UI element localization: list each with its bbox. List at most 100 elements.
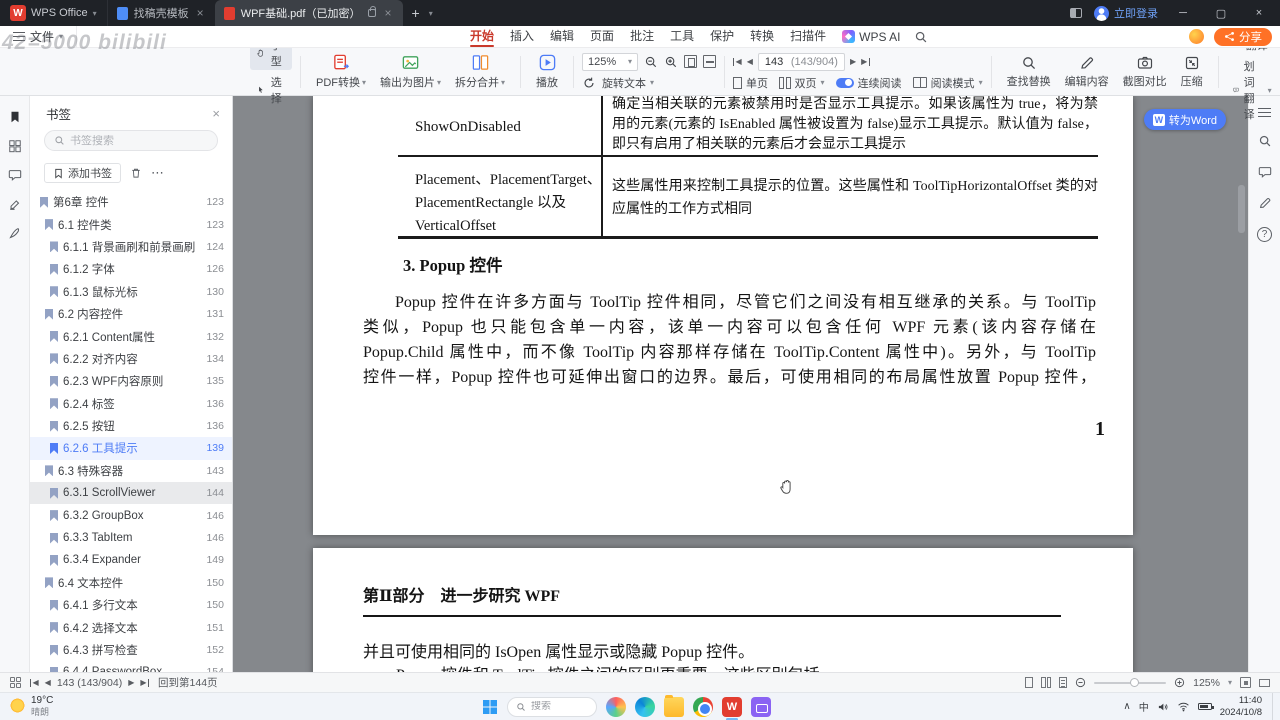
edge-app-icon[interactable]: [635, 696, 655, 717]
bookmark-item-selected[interactable]: 6.2.6 工具提示 139: [30, 437, 232, 460]
ribbon-tab-insert[interactable]: 插入: [502, 26, 542, 47]
ribbon-tab-edit[interactable]: 编辑: [542, 26, 582, 47]
tab-template-doc[interactable]: 找稿壳模板 ×: [106, 0, 215, 26]
battery-icon[interactable]: [1197, 703, 1214, 710]
double-page-button[interactable]: 双页 ▾: [779, 75, 825, 91]
bookmark-item[interactable]: 6.1.3 鼠标光标 130: [30, 281, 232, 303]
share-button[interactable]: 分享: [1214, 27, 1272, 46]
bookmark-item[interactable]: 6.4.4 PasswordBox154: [30, 661, 232, 672]
fit-page-button[interactable]: [684, 55, 698, 68]
compress-button[interactable]: 压缩: [1174, 55, 1210, 89]
wps-app-icon[interactable]: W: [722, 696, 742, 717]
export-image-button[interactable]: 输出为图片 ▾: [373, 53, 448, 90]
back-to-page-link[interactable]: 回到第144页: [158, 675, 218, 690]
ime-indicator[interactable]: 中: [1139, 699, 1149, 714]
tab-active-doc[interactable]: WPF基础.pdf（已加密） ×: [214, 0, 403, 26]
screenshot-compare-button[interactable]: 截图对比: [1116, 55, 1174, 89]
first-page-button[interactable]: ◀: [30, 678, 39, 687]
more-apps-icon[interactable]: [1278, 65, 1280, 78]
search-icon[interactable]: [914, 30, 928, 44]
annotate-tool-icon[interactable]: [1258, 196, 1272, 210]
pdf-viewport[interactable]: W 转为Word ShowOnDisabled 确定当相关联的元素被禁用时是否显…: [233, 96, 1248, 672]
highlighter-icon[interactable]: [8, 197, 22, 211]
weather-widget[interactable]: 19°C 晴朗: [10, 695, 53, 717]
file-explorer-icon[interactable]: [664, 694, 684, 717]
taskbar-search-input[interactable]: [531, 701, 581, 712]
bookmark-panel-icon[interactable]: [8, 110, 22, 124]
bookmark-item[interactable]: 6.1.2 字体 126: [30, 258, 232, 280]
rotate-text-button[interactable]: 旋转文本 ▾: [602, 75, 654, 91]
fullscreen-icon[interactable]: [1240, 677, 1251, 688]
ribbon-tab-scan[interactable]: 扫描件: [782, 26, 834, 47]
select-tool-button[interactable]: 选择: [250, 73, 292, 107]
bookmark-item[interactable]: 6.3.4 Expander 149: [30, 549, 232, 571]
bookmark-item[interactable]: 6.3.3 TabItem 146: [30, 527, 232, 549]
tray-expand-icon[interactable]: ∧: [1123, 701, 1130, 712]
bookmark-item[interactable]: 6.2.1 Content属性 132: [30, 325, 232, 347]
bookmark-item[interactable]: 6.4.3 拼写检查 152: [30, 639, 232, 661]
ribbon-tab-protect[interactable]: 保护: [702, 26, 742, 47]
zoom-out-button[interactable]: [644, 55, 658, 69]
translate-word-button[interactable]: a 划词翻译 ▾: [1227, 57, 1278, 123]
help-icon[interactable]: ?: [1257, 227, 1272, 242]
signature-pen-icon[interactable]: [8, 226, 22, 240]
bookmark-search-input[interactable]: [70, 134, 208, 147]
close-tab-icon[interactable]: ×: [382, 6, 393, 20]
pdf-convert-button[interactable]: PDF转换 ▾: [309, 53, 373, 90]
wps-home-button[interactable]: W WPS Office ▾: [0, 0, 107, 26]
close-panel-icon[interactable]: ×: [212, 106, 220, 121]
single-page-button[interactable]: 单页: [733, 75, 768, 91]
next-page-button[interactable]: ▶: [128, 678, 134, 687]
chrome-app-icon[interactable]: [693, 696, 713, 717]
split-merge-button[interactable]: 拆分合并 ▾: [448, 53, 512, 90]
bookmark-item[interactable]: 6.1 控件类 123: [30, 213, 232, 235]
page-jump-box[interactable]: (143/904): [757, 52, 845, 71]
thumbnail-panel-icon[interactable]: [8, 139, 22, 153]
ribbon-tab-tools[interactable]: 工具: [662, 26, 702, 47]
wps-ai-button[interactable]: WPS AI: [842, 30, 900, 44]
delete-bookmark-icon[interactable]: [130, 167, 142, 179]
show-desktop-button[interactable]: [1272, 693, 1274, 720]
bookmark-item[interactable]: 6.2 内容控件 131: [30, 303, 232, 325]
double-page-view-icon[interactable]: [1041, 677, 1052, 688]
bookmark-item-current[interactable]: 6.3.1 ScrollViewer 144: [30, 482, 232, 505]
zoom-in-button[interactable]: [664, 55, 678, 69]
comment-panel-icon[interactable]: [8, 168, 22, 182]
zoom-percent[interactable]: 125%: [1193, 677, 1220, 689]
add-bookmark-button[interactable]: 添加书签: [44, 163, 121, 183]
last-page-button[interactable]: ▶: [861, 57, 870, 66]
fit-window-icon[interactable]: [1259, 678, 1270, 687]
clock-widget[interactable]: 11:40 2024/10/8: [1220, 695, 1262, 718]
prev-page-button[interactable]: ◀: [747, 57, 753, 66]
bookmark-item[interactable]: 6.2.5 按钮 136: [30, 415, 232, 437]
bookmark-item[interactable]: 6.4.1 多行文本 150: [30, 594, 232, 616]
page-number-input[interactable]: [764, 55, 787, 68]
search-doc-icon[interactable]: [1258, 134, 1272, 148]
bookmark-item[interactable]: 6.2.2 对齐内容 134: [30, 348, 232, 370]
read-mode-button[interactable]: 阅读模式 ▾: [912, 75, 983, 91]
single-page-view-icon[interactable]: [1025, 677, 1034, 688]
minimize-button[interactable]: ─: [1170, 7, 1196, 19]
bookmark-item[interactable]: 6.4 文本控件 150: [30, 572, 232, 594]
bookmark-item[interactable]: 6.1.1 背景画刷和前景画刷 124: [30, 236, 232, 258]
zoom-slider[interactable]: [1094, 678, 1167, 687]
rotate-button[interactable]: [582, 76, 596, 90]
more-options-icon[interactable]: ⋯: [151, 165, 165, 181]
close-tab-icon[interactable]: ×: [195, 6, 206, 20]
game-app-icon[interactable]: [606, 696, 626, 717]
video-app-icon[interactable]: [751, 696, 771, 717]
start-button[interactable]: [482, 699, 498, 715]
ribbon-tab-convert[interactable]: 转换: [742, 26, 782, 47]
bookmark-item[interactable]: 6.4.2 选择文本 151: [30, 616, 232, 638]
bookmark-item[interactable]: 6.3.2 GroupBox 146: [30, 504, 232, 526]
last-page-button[interactable]: ▶: [140, 678, 150, 687]
ribbon-tab-home[interactable]: 开始: [462, 26, 502, 47]
play-button[interactable]: 播放: [529, 53, 565, 90]
fit-width-button[interactable]: [703, 55, 717, 68]
continuous-view-icon[interactable]: [1059, 677, 1068, 688]
bookmark-item[interactable]: 第6章 控件 123: [30, 191, 232, 213]
find-replace-button[interactable]: 查找替换: [1000, 55, 1058, 89]
bookmark-item[interactable]: 6.2.4 标签 136: [30, 393, 232, 415]
zoom-select[interactable]: 125% ▾: [582, 52, 639, 71]
new-tab-button[interactable]: +: [403, 5, 429, 21]
